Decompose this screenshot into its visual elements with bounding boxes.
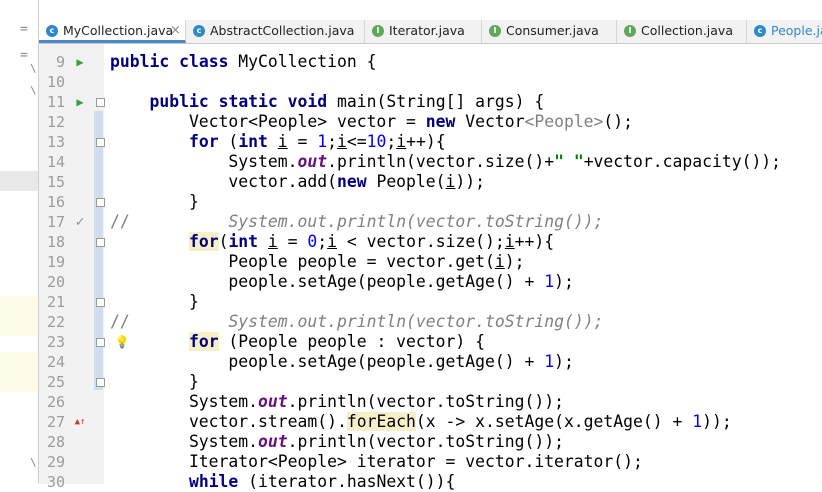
fold-toggle[interactable] [96,298,105,307]
tab-label: MyCollection.java [63,23,174,38]
line-number: 14 [46,153,65,171]
tab-label: Collection.java [641,23,733,38]
check-icon: ✓ [75,214,85,230]
tab-label: Iterator.java [389,23,465,38]
interface-icon: I [489,25,501,37]
line-number: 19 [46,253,65,271]
code-line: people.setAge(people.getAge() + 1); [110,272,574,291]
line-number: 15 [46,173,65,191]
code-line: } [110,372,199,391]
method-scope-bar [94,111,103,390]
tab-mycollection[interactable]: c MyCollection.java × [39,20,186,43]
code-line: public static void main(String[] args) { [149,92,545,111]
tab-abstractcollection[interactable]: c AbstractCollection.java [186,20,365,43]
code-line: for (int i = 1;i<=10;i++){ [188,132,446,151]
tab-consumer[interactable]: I Consumer.java [482,20,617,43]
class-icon: c [193,25,205,37]
line-number: 16 [46,193,65,211]
equals-mark: = [20,48,28,63]
line-number: 11 [46,93,65,111]
selected-file-row[interactable] [0,171,38,191]
line-number: 25 [46,373,65,391]
line-number: 18 [46,233,65,251]
highlight-band [0,296,38,336]
code-line: vector.add(new People(i)); [110,172,486,191]
code-line: System.out.println(vector.size()+" "+vec… [110,152,782,171]
code-line: Iterator<People> iterator = vector.itera… [110,452,643,471]
tab-collection[interactable]: I Collection.java [617,20,747,43]
equals-mark: = [20,22,28,37]
code-line: while (iterator.hasNext()){ [188,472,456,491]
line-number: 20 [46,273,65,291]
fold-toggle[interactable] [96,238,105,247]
line-number: 17 [46,213,65,231]
class-icon: c [46,25,58,37]
fold-toggle[interactable] [96,198,105,207]
line-number: 27 [46,413,65,431]
tab-label: AbstractCollection.java [210,23,355,38]
code-line: // System.out.println(vector.toString())… [110,212,604,231]
override-icon[interactable]: ▲↑ [72,412,88,432]
close-icon[interactable]: × [170,23,181,38]
code-line: System.out.println(vector.toString()); [110,392,564,411]
line-number: 28 [46,433,65,451]
line-number: 13 [46,133,65,151]
line-number: 24 [46,353,65,371]
code-line: people.setAge(people.getAge() + 1); [110,352,574,371]
panel-header-band [0,21,38,41]
project-panel-edge: = = \ \ \ [0,0,38,484]
code-line: Vector<People> vector = new Vector<Peopl… [110,112,634,131]
line-number: 22 [46,313,65,331]
tab-label: Consumer.java [506,23,599,38]
fold-toggle[interactable] [96,338,105,347]
line-number: 29 [46,453,65,471]
fold-toggle[interactable] [96,378,105,387]
class-icon: c [754,25,766,37]
code-line: } [110,292,199,311]
tree-mark: \ [30,84,37,97]
code-line: } [110,192,199,211]
line-number: 9 [55,53,65,71]
code-line: People people = vector.get(i); [110,252,525,271]
line-number: 10 [46,73,65,91]
tree-mark: \ [30,62,37,75]
interface-icon: I [372,25,384,37]
code-line: public class MyCollection { [110,52,377,71]
run-class-icon[interactable]: ▶ [72,52,88,72]
line-number: 26 [46,393,65,411]
code-line: System.out.println(vector.toString()); [110,432,564,451]
code-line: vector.stream().forEach(x -> x.setAge(x.… [110,412,732,431]
line-number: 21 [46,293,65,311]
tab-iterator[interactable]: I Iterator.java [365,20,482,43]
tree-mark: \ [30,456,37,469]
highlight-band [0,352,38,392]
code-line: for (People people : vector) { [188,332,485,351]
code-line: // System.out.println(vector.toString())… [110,312,604,331]
interface-icon: I [624,25,636,37]
fold-toggle[interactable] [96,138,105,147]
editor-tab-bar: c MyCollection.java × c AbstractCollecti… [39,20,822,44]
line-number: 23 [46,333,65,351]
code-line: for(int i = 0;i < vector.size();i++){ [188,232,555,251]
line-number: 12 [46,113,65,131]
fold-toggle[interactable] [96,98,105,107]
tab-people[interactable]: c People.ja [747,20,822,43]
line-number: 30 [46,473,65,491]
tab-label: People.ja [771,23,822,38]
run-main-icon[interactable]: ▶ [72,92,88,112]
